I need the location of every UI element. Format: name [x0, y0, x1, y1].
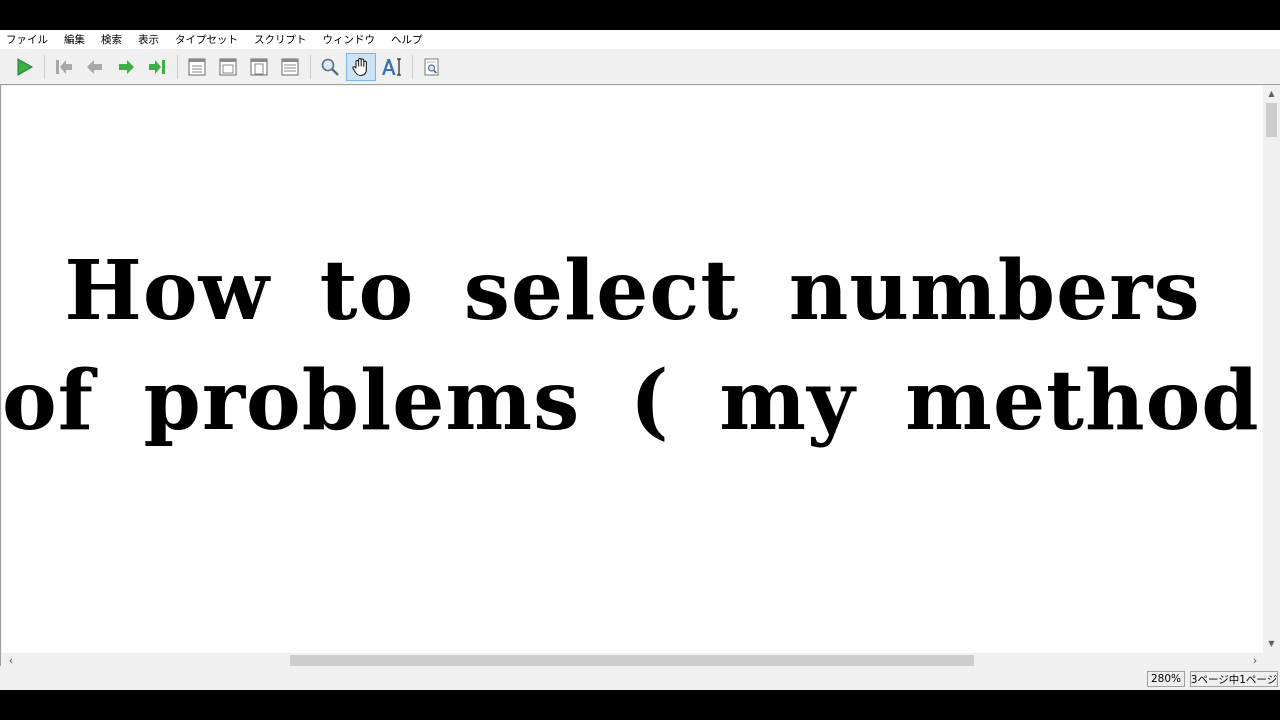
magnify-icon — [321, 58, 339, 76]
typeset-button[interactable] — [9, 53, 39, 81]
fit-width-icon — [219, 58, 237, 75]
menu-typeset[interactable]: タイプセット — [175, 32, 238, 47]
title-line-2: of problems ( my method ) — [2, 353, 1263, 449]
first-page-icon — [56, 59, 72, 74]
menu-search[interactable]: 検索 — [101, 32, 122, 47]
vertical-scroll-thumb[interactable] — [1266, 103, 1277, 137]
horizontal-scrollbar[interactable]: ‹ › — [2, 653, 1264, 667]
magnify-button[interactable] — [315, 53, 345, 81]
menu-view[interactable]: 表示 — [138, 32, 159, 47]
find-in-source-icon — [424, 58, 439, 75]
fit-window-button[interactable] — [244, 53, 274, 81]
scroll-right-arrow-icon[interactable]: › — [1248, 653, 1262, 667]
toolbar-separator — [412, 54, 413, 79]
vertical-scrollbar[interactable]: ▲ ▼ — [1263, 85, 1280, 652]
find-in-source-button[interactable] — [417, 53, 447, 81]
document-title: How to select numbers of problems ( my m… — [2, 236, 1263, 456]
typeset-play-icon — [17, 57, 34, 76]
menu-file[interactable]: ファイル — [6, 32, 48, 47]
actual-size-icon — [188, 58, 206, 75]
toolbar-separator — [44, 54, 45, 79]
fit-window-icon — [250, 58, 268, 75]
page-indicator: 3ページ中1ページ — [1190, 671, 1278, 687]
fit-content-button[interactable] — [275, 53, 305, 81]
menu-bar: ファイル 編集 検索 表示 タイプセット スクリプト ウィンドウ ヘルプ — [0, 30, 1280, 49]
scroll-up-arrow-icon[interactable]: ▲ — [1263, 85, 1280, 102]
texworks-preview-window: ファイル 編集 検索 表示 タイプセット スクリプト ウィンドウ ヘルプ How… — [0, 30, 1280, 690]
last-page-icon — [149, 59, 165, 74]
previous-page-button[interactable] — [80, 53, 110, 81]
menu-edit[interactable]: 編集 — [64, 32, 85, 47]
status-bar: 280% 3ページ中1ページ — [0, 666, 1280, 690]
menu-scripts[interactable]: スクリプト — [254, 32, 307, 47]
scroll-left-arrow-icon[interactable]: ‹ — [4, 653, 18, 667]
text-select-icon — [382, 57, 401, 76]
toolbar-separator — [310, 54, 311, 79]
next-page-icon — [119, 59, 134, 74]
toolbar — [0, 49, 1280, 84]
pdf-viewport[interactable]: How to select numbers of problems ( my m… — [0, 84, 1280, 667]
pdf-page[interactable]: How to select numbers of problems ( my m… — [2, 86, 1263, 653]
toolbar-separator — [177, 54, 178, 79]
hand-scroll-icon — [352, 57, 367, 76]
fit-width-button[interactable] — [213, 53, 243, 81]
previous-page-icon — [87, 59, 102, 74]
zoom-level[interactable]: 280% — [1147, 671, 1185, 687]
first-page-button[interactable] — [49, 53, 79, 81]
menu-window[interactable]: ウィンドウ — [323, 32, 376, 47]
next-page-button[interactable] — [111, 53, 141, 81]
title-line-1: How to select numbers — [64, 243, 1201, 339]
hand-scroll-button[interactable] — [346, 52, 376, 81]
menu-help[interactable]: ヘルプ — [391, 32, 423, 47]
scroll-down-arrow-icon[interactable]: ▼ — [1263, 635, 1280, 652]
fit-content-icon — [281, 58, 299, 75]
actual-size-button[interactable] — [182, 53, 212, 81]
last-page-button[interactable] — [142, 53, 172, 81]
text-select-button[interactable] — [377, 53, 407, 81]
horizontal-scroll-thumb[interactable] — [290, 655, 974, 666]
